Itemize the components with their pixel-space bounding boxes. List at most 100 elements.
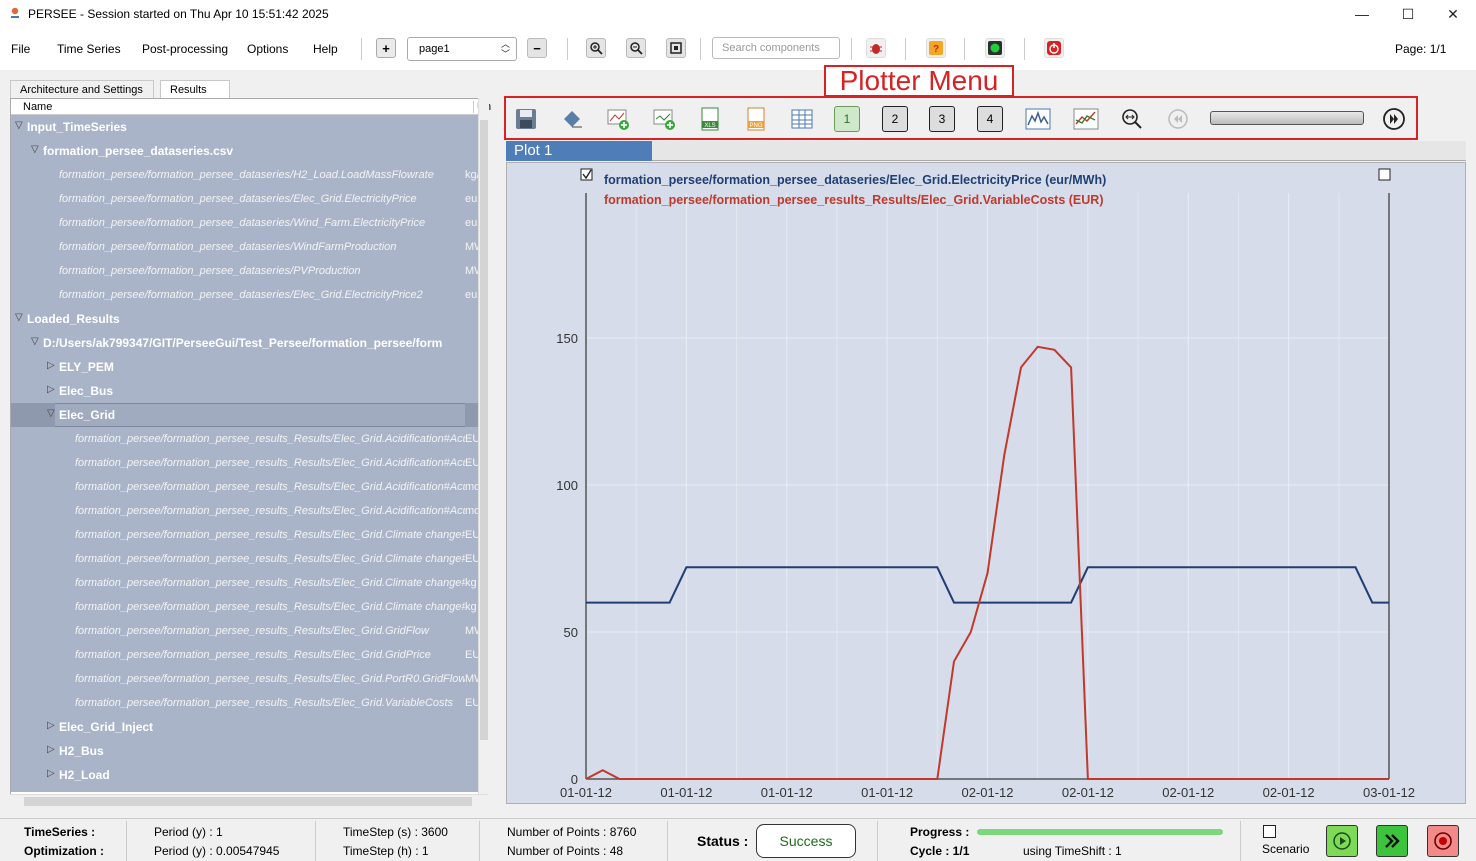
layout-3-button[interactable]: 3 — [929, 106, 955, 132]
expanded-arrow-icon[interactable]: ▽ — [31, 336, 39, 347]
clear-plot-button[interactable] — [558, 106, 586, 132]
menu-time-series[interactable]: Time Series — [57, 42, 121, 56]
remove-page-button[interactable]: − — [527, 38, 547, 58]
expanded-arrow-icon[interactable]: ▽ — [15, 120, 23, 131]
menu-post-processing[interactable]: Post-processing — [142, 42, 228, 56]
menu-options[interactable]: Options — [247, 42, 288, 56]
tree-leaf-row[interactable]: formation_persee/formation_persee_datase… — [11, 283, 488, 307]
toolbar-separator — [567, 38, 568, 60]
data-table-button[interactable] — [788, 106, 816, 132]
tab-plot-1[interactable]: Plot 1 — [506, 141, 652, 161]
scrollbar-thumb[interactable] — [480, 120, 488, 740]
tree-item-label: formation_persee/formation_persee_result… — [75, 625, 429, 637]
tree-leaf-row[interactable]: formation_persee/formation_persee_result… — [11, 427, 488, 451]
tree-leaf-row[interactable]: formation_persee/formation_persee_datase… — [11, 235, 488, 259]
column-name-header[interactable]: Name — [23, 101, 52, 113]
close-button[interactable]: ✕ — [1430, 0, 1476, 28]
tree-leaf-row[interactable]: formation_persee/formation_persee_result… — [11, 619, 488, 643]
menu-help[interactable]: Help — [313, 42, 338, 56]
tree-node-row[interactable]: ▽ Elec_Grid — [11, 403, 488, 427]
fit-view-button[interactable] — [666, 38, 686, 58]
secondary-axis-checkbox[interactable] — [1378, 168, 1391, 181]
run-button[interactable] — [1326, 825, 1358, 857]
tree-leaf-row[interactable]: formation_persee/formation_persee_datase… — [11, 211, 488, 235]
run-all-button[interactable] — [1376, 825, 1408, 857]
tree-leaf-row[interactable]: formation_persee/formation_persee_result… — [11, 691, 488, 715]
layout-1-button[interactable]: 1 — [834, 106, 860, 132]
plot-area[interactable]: 01-01-12 01-01-12 01-01-12 01-01-12 02-01-12… — [506, 162, 1466, 804]
export-png-button[interactable]: PNG — [742, 106, 770, 132]
layout-4-button[interactable]: 4 — [977, 106, 1003, 132]
tab-results[interactable]: Results — [160, 80, 230, 98]
tree-node-row[interactable]: ▽ D:/Users/ak799347/GIT/PerseeGui/Test_Pe… — [11, 331, 488, 355]
fast-forward-button[interactable] — [1380, 106, 1408, 132]
legend-entry[interactable]: formation_persee/formation_persee_result… — [604, 193, 1104, 207]
tree-leaf-row[interactable]: formation_persee/formation_persee_datase… — [11, 163, 488, 187]
tree-node-row[interactable]: ▷ ELY_PEM — [11, 355, 488, 379]
points-optimization: Number of Points : 48 — [507, 844, 624, 858]
save-plot-button[interactable] — [512, 106, 540, 132]
tree-node-row[interactable]: ▽ Input_TimeSeries — [11, 115, 488, 139]
tree-node-row[interactable]: ▷ Elec_Bus — [11, 379, 488, 403]
spin-arrows-icon[interactable]: ︿ ﹀ — [501, 39, 510, 59]
time-slider[interactable] — [1210, 111, 1364, 125]
legend-entry[interactable]: formation_persee/formation_persee_datase… — [604, 173, 1106, 187]
add-curve-button[interactable] — [604, 106, 632, 132]
tab-architecture-settings[interactable]: Architecture and Settings — [10, 80, 154, 98]
help-button[interactable]: ? — [926, 38, 946, 58]
search-input[interactable]: Search components — [712, 37, 840, 59]
expanded-arrow-icon[interactable]: ▽ — [31, 144, 39, 155]
minimize-button[interactable]: — — [1339, 0, 1385, 28]
menu-file[interactable]: File — [11, 42, 30, 56]
collapsed-arrow-icon[interactable]: ▷ — [47, 744, 55, 755]
stop-button[interactable] — [1427, 825, 1459, 857]
scenario-checkbox[interactable] — [1263, 825, 1276, 838]
tree-leaf-row[interactable]: formation_persee/formation_persee_result… — [11, 667, 488, 691]
layout-2-button[interactable]: 2 — [882, 106, 908, 132]
collapsed-arrow-icon[interactable]: ▷ — [47, 768, 55, 779]
tree-node-row[interactable]: ▷ Elec_Grid_Inject — [11, 715, 488, 739]
tree-vertical-scrollbar[interactable] — [478, 98, 489, 808]
tree-leaf-row[interactable]: formation_persee/formation_persee_result… — [11, 547, 488, 571]
tree-node-row[interactable]: ▷ H2_Load — [11, 763, 488, 787]
tree-node-row[interactable]: ▽ formation_persee_dataseries.csv — [11, 139, 488, 163]
zoom-out-button[interactable] — [626, 38, 646, 58]
tree-leaf-row[interactable]: formation_persee/formation_persee_result… — [11, 499, 488, 523]
tree-item-label: formation_persee/formation_persee_result… — [75, 457, 478, 469]
bug-icon — [870, 44, 882, 54]
tree-node-row[interactable]: ▽ Loaded_Results — [11, 307, 488, 331]
tree-leaf-row[interactable]: formation_persee/formation_persee_datase… — [11, 259, 488, 283]
add-page-button[interactable]: + — [376, 38, 396, 58]
collapsed-arrow-icon[interactable]: ▷ — [47, 360, 55, 371]
power-button[interactable] — [1044, 38, 1064, 58]
tree-leaf-row[interactable]: formation_persee/formation_persee_result… — [11, 571, 488, 595]
collapsed-arrow-icon[interactable]: ▷ — [47, 384, 55, 395]
tree-item-label: Input_TimeSeries — [27, 120, 127, 134]
status-light-button[interactable] — [985, 38, 1005, 58]
expanded-arrow-icon[interactable]: ▽ — [15, 312, 23, 323]
export-xls-button[interactable]: XLS — [696, 106, 724, 132]
zoom-reset-button[interactable] — [1118, 106, 1146, 132]
tree-leaf-row[interactable]: formation_persee/formation_persee_result… — [11, 475, 488, 499]
expanded-arrow-icon[interactable]: ▽ — [47, 408, 55, 419]
page-select[interactable]: page1 ︿ ﹀ — [407, 37, 517, 61]
debug-button[interactable] — [866, 38, 886, 58]
rewind-button[interactable] — [1164, 106, 1192, 132]
scrollbar-thumb[interactable] — [24, 797, 472, 806]
zoom-in-button[interactable] — [586, 38, 606, 58]
line-chart[interactable]: 01-01-12 01-01-12 01-01-12 01-01-12 02-01-12… — [507, 163, 1465, 803]
tree-leaf-row[interactable]: formation_persee/formation_persee_result… — [11, 451, 488, 475]
collapsed-arrow-icon[interactable]: ▷ — [47, 720, 55, 731]
maximize-button[interactable]: ☐ — [1385, 0, 1431, 28]
tree-horizontal-scrollbar[interactable] — [10, 794, 488, 808]
tree-node-row[interactable]: ▷H2_Tank — [11, 787, 488, 792]
frequency-analysis-button[interactable] — [1024, 106, 1052, 132]
tree-item-label: formation_persee/formation_persee_result… — [75, 697, 454, 709]
curve-settings-button[interactable] — [1072, 106, 1100, 132]
add-axis-button[interactable] — [650, 106, 678, 132]
tree-node-row[interactable]: ▷ H2_Bus — [11, 739, 488, 763]
tree-leaf-row[interactable]: formation_persee/formation_persee_result… — [11, 595, 488, 619]
tree-leaf-row[interactable]: formation_persee/formation_persee_result… — [11, 523, 488, 547]
tree-leaf-row[interactable]: formation_persee/formation_persee_result… — [11, 643, 488, 667]
tree-leaf-row[interactable]: formation_persee/formation_persee_datase… — [11, 187, 488, 211]
